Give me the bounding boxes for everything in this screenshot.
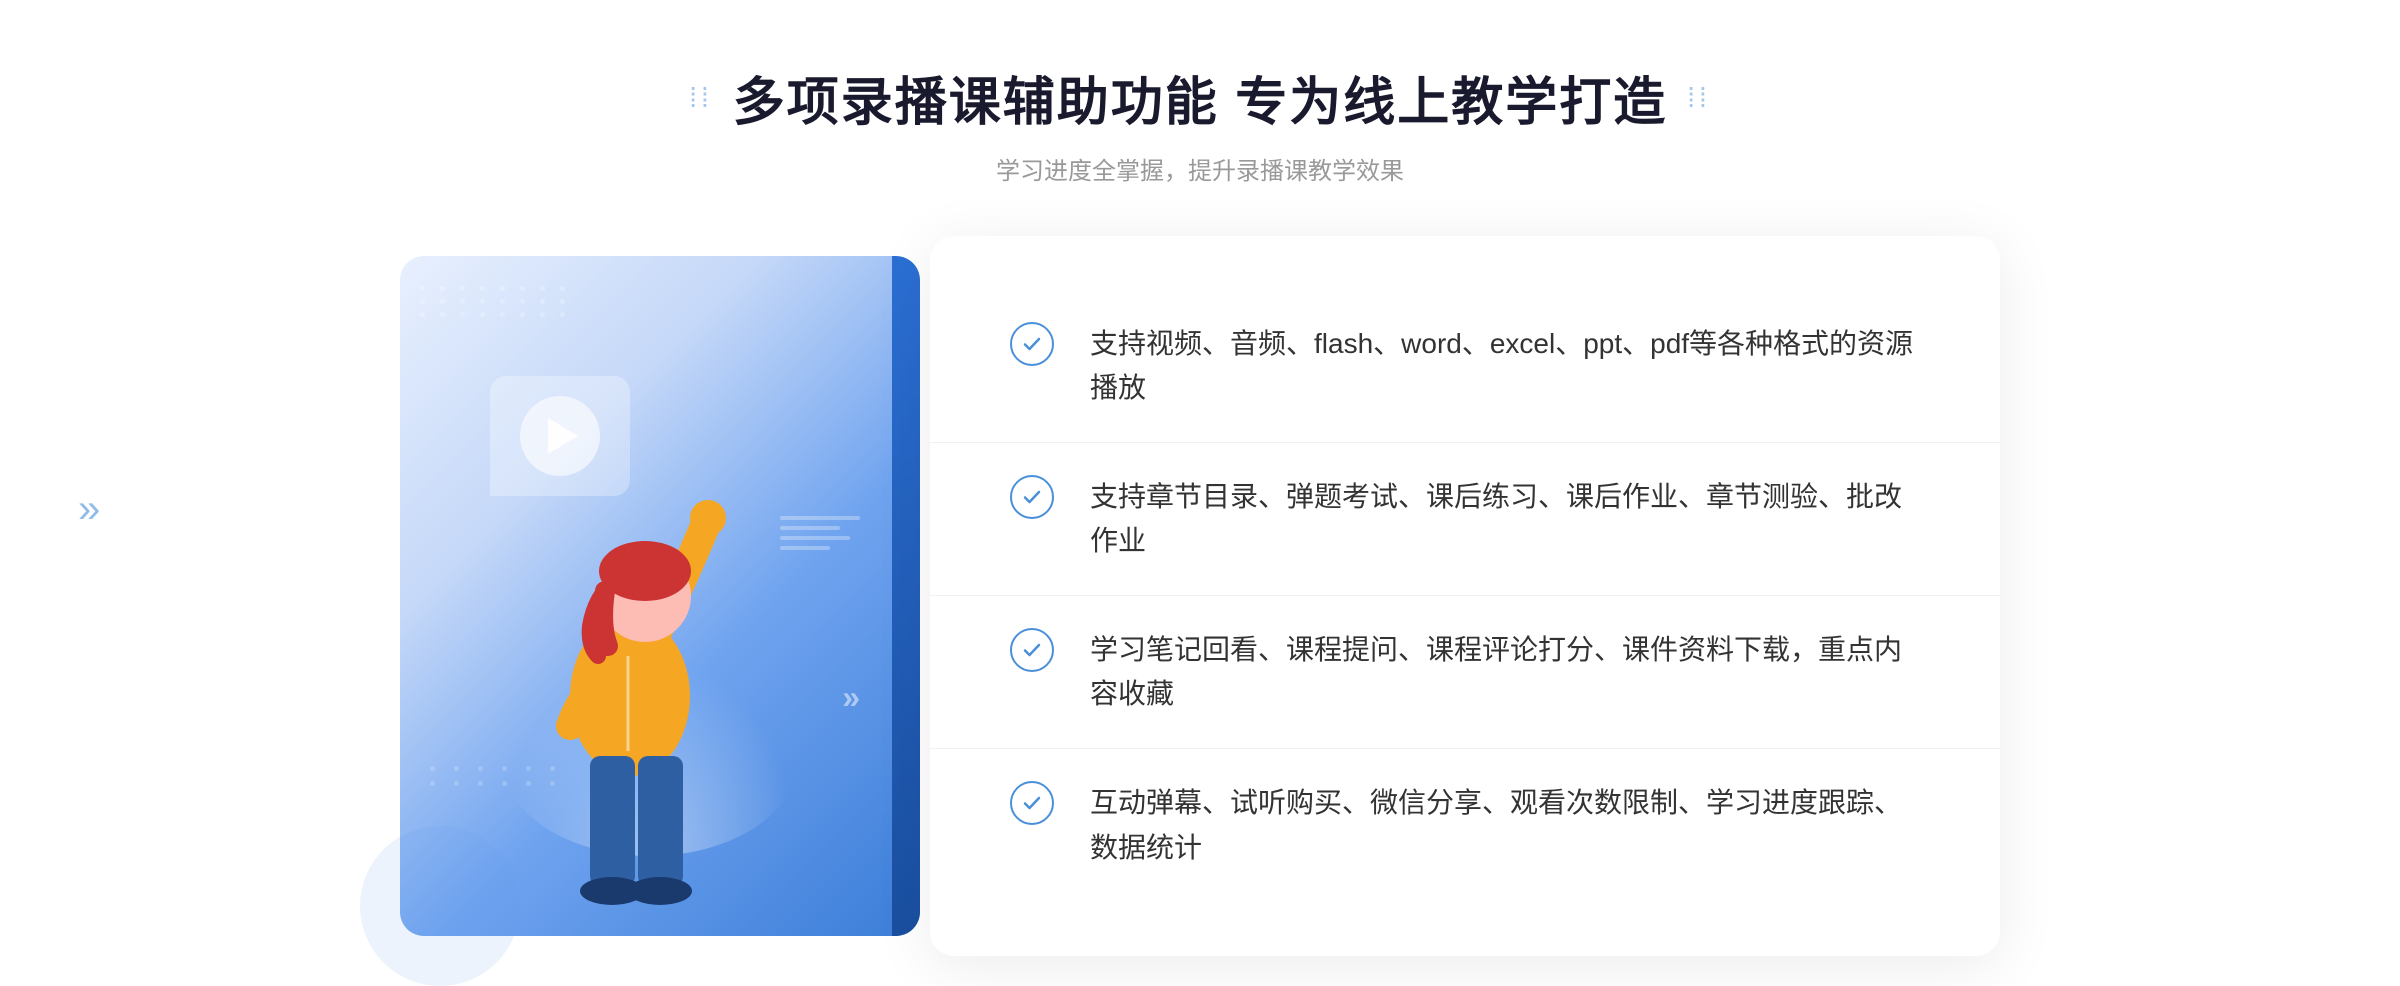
arrow-right-card: »: [842, 679, 860, 716]
page-sub-title: 学习进度全掌握，提升录播课教学效果: [996, 151, 1404, 186]
features-panel: 支持视频、音频、flash、word、excel、ppt、pdf等各种格式的资源…: [930, 236, 2000, 956]
divider-1: [930, 442, 2000, 443]
title-dots-right: ⁞⁞: [1687, 82, 1711, 114]
feature-text-4: 互动弹幕、试听购买、微信分享、观看次数限制、学习进度跟踪、数据统计: [1090, 781, 1920, 871]
title-row: ⁞⁞ 多项录播课辅助功能 专为线上教学打造 ⁞⁞: [689, 60, 1711, 135]
person-illustration: [460, 356, 800, 916]
feature-item-2: 支持章节目录、弹题考试、课后练习、课后作业、章节测验、批改作业: [1010, 455, 1920, 585]
title-dots-left: ⁞⁞: [689, 82, 713, 114]
divider-2: [930, 595, 2000, 596]
feature-item-3: 学习笔记回看、课程提问、课程评论打分、课件资料下载，重点内容收藏: [1010, 608, 1920, 738]
check-icon-3: [1010, 628, 1054, 672]
main-content: » 支持视频、音频、flash、word、excel、ppt、pdf等各种格式的…: [400, 236, 2000, 956]
illustration-card: »: [400, 256, 920, 936]
illustration-area: »: [400, 236, 960, 956]
page-container: » ⁞⁞ 多项录播课辅助功能 专为线上教学打造 ⁞⁞ 学习进度全掌握，提升录播课…: [0, 0, 2400, 974]
page-main-title: 多项录播课辅助功能 专为线上教学打造: [733, 60, 1667, 135]
blue-bar: [892, 256, 920, 936]
check-icon-1: [1010, 322, 1054, 366]
arrow-left-decoration: »: [78, 487, 100, 532]
deco-circle-bottom: [360, 826, 520, 986]
divider-3: [930, 748, 2000, 749]
header-section: ⁞⁞ 多项录播课辅助功能 专为线上教学打造 ⁞⁞ 学习进度全掌握，提升录播课教学…: [689, 60, 1711, 186]
feature-item-1: 支持视频、音频、flash、word、excel、ppt、pdf等各种格式的资源…: [1010, 302, 1920, 432]
check-icon-2: [1010, 475, 1054, 519]
feature-text-3: 学习笔记回看、课程提问、课程评论打分、课件资料下载，重点内容收藏: [1090, 628, 1920, 718]
check-icon-4: [1010, 781, 1054, 825]
feature-text-2: 支持章节目录、弹题考试、课后练习、课后作业、章节测验、批改作业: [1090, 475, 1920, 565]
feature-text-1: 支持视频、音频、flash、word、excel、ppt、pdf等各种格式的资源…: [1090, 322, 1920, 412]
feature-item-4: 互动弹幕、试听购买、微信分享、观看次数限制、学习进度跟踪、数据统计: [1010, 761, 1920, 891]
